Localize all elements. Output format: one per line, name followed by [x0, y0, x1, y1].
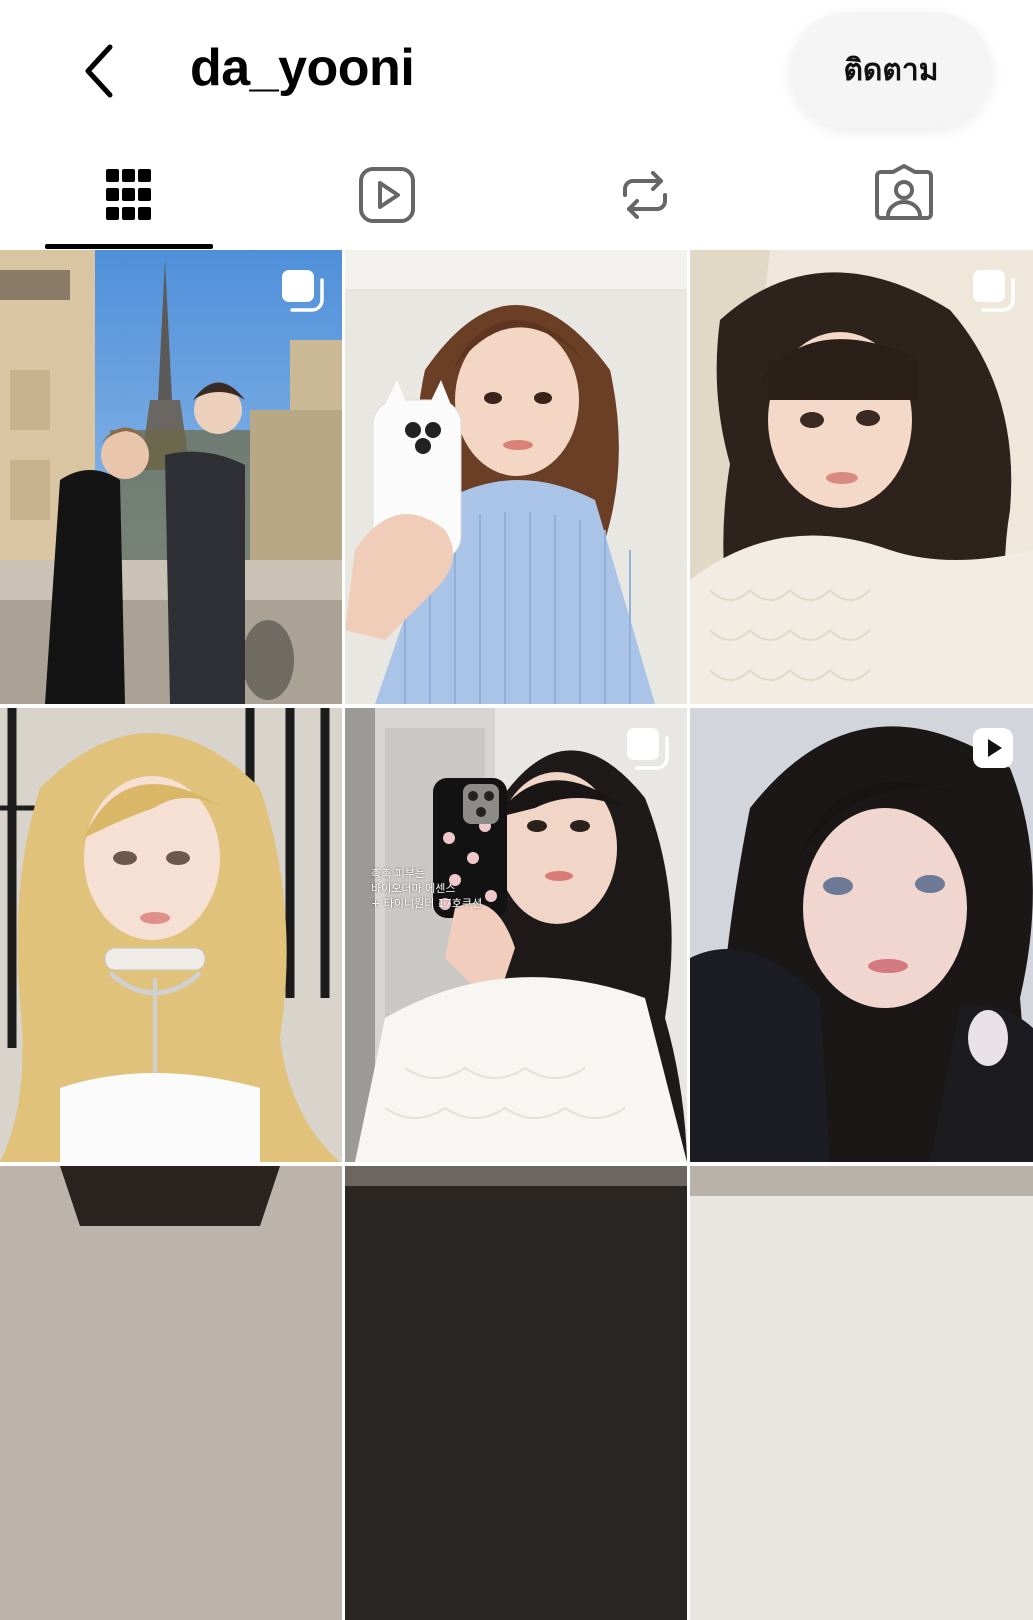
active-tab-indicator: [45, 244, 213, 249]
post-image: [690, 1166, 1033, 1620]
carousel-icon: [627, 728, 669, 770]
post-image: [0, 1166, 342, 1620]
tab-reposts[interactable]: [516, 140, 774, 250]
post-tile-6[interactable]: [690, 708, 1033, 1162]
profile-header: da_yooni ติดตาม: [0, 0, 1033, 140]
profile-tabs: [0, 140, 1033, 250]
post-image: [690, 708, 1033, 1162]
post-tile-9[interactable]: [690, 1166, 1033, 1620]
tagged-person-icon: [874, 164, 933, 220]
profile-username: da_yooni: [190, 39, 415, 97]
follow-button[interactable]: ติดตาม: [790, 12, 992, 128]
grid-icon: [106, 169, 151, 220]
post-image: [690, 250, 1033, 704]
tab-posts[interactable]: [0, 140, 258, 250]
post-image: [345, 250, 687, 704]
post-image: [345, 708, 687, 1162]
carousel-icon: [282, 270, 324, 312]
post-grid: 촉촉 피부는 바이오더마 에센스 + 타이니원더 17호쿠션: [0, 250, 1033, 1620]
post-tile-4[interactable]: [0, 708, 342, 1162]
post-tile-2[interactable]: [345, 250, 687, 704]
reel-icon: [973, 728, 1013, 768]
post-tile-3[interactable]: [690, 250, 1033, 704]
tab-reels[interactable]: [258, 140, 516, 250]
post-tile-8[interactable]: [345, 1166, 687, 1620]
tab-tagged[interactable]: [774, 140, 1033, 250]
post-tile-1[interactable]: [0, 250, 342, 704]
post-image: [0, 708, 342, 1162]
post-overlay-caption: 촉촉 피부는 바이오더마 에센스 + 타이니원더 17호쿠션: [371, 867, 483, 910]
post-tile-5[interactable]: 촉촉 피부는 바이오더마 에센스 + 타이니원더 17호쿠션: [345, 708, 687, 1162]
back-button[interactable]: [70, 36, 130, 106]
carousel-icon: [973, 270, 1015, 312]
post-image: [345, 1166, 687, 1620]
post-tile-7[interactable]: [0, 1166, 342, 1620]
reels-play-icon: [359, 167, 415, 223]
post-image: [0, 250, 342, 704]
chevron-left-icon: [85, 44, 113, 98]
repost-icon: [623, 171, 667, 219]
